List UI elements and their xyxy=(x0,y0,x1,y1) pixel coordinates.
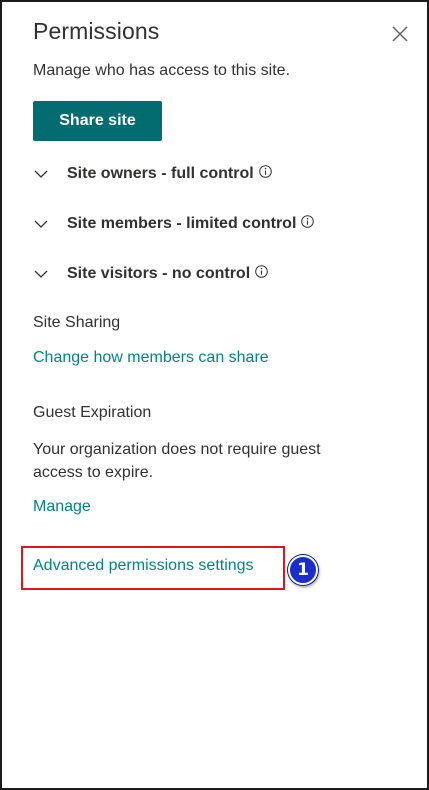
panel-title: Permissions xyxy=(33,18,160,44)
group-label: Site members - limited control xyxy=(67,215,297,232)
info-icon[interactable] xyxy=(301,214,315,228)
guest-expiration-description: Your organization does not require guest… xyxy=(33,441,321,481)
chevron-down-icon xyxy=(33,266,49,282)
manage-link[interactable]: Manage xyxy=(33,498,91,516)
chevron-down-icon xyxy=(33,166,49,182)
advanced-permissions-link[interactable]: Advanced permissions settings xyxy=(33,557,254,575)
info-icon[interactable] xyxy=(255,264,268,278)
step-badge: 1 xyxy=(288,555,318,585)
info-icon[interactable] xyxy=(258,164,272,178)
change-sharing-link[interactable]: Change how members can share xyxy=(33,349,269,367)
site-sharing-heading: Site Sharing xyxy=(33,314,121,331)
group-label: Site owners - full control xyxy=(67,165,254,182)
share-site-button[interactable]: Share site xyxy=(33,101,162,141)
chevron-down-icon xyxy=(33,216,49,232)
group-site-members[interactable]: Site members - limited control xyxy=(33,212,315,236)
group-label: Site visitors - no control xyxy=(67,265,251,282)
close-icon xyxy=(392,26,408,42)
permissions-panel: Permissions Manage who has access to thi… xyxy=(0,0,429,790)
close-button[interactable] xyxy=(388,22,412,46)
group-site-owners[interactable]: Site owners - full control xyxy=(33,162,272,186)
panel-subtitle: Manage who has access to this site. xyxy=(33,62,291,79)
group-site-visitors[interactable]: Site visitors - no control xyxy=(33,262,268,286)
guest-expiration-heading: Guest Expiration xyxy=(33,404,152,421)
